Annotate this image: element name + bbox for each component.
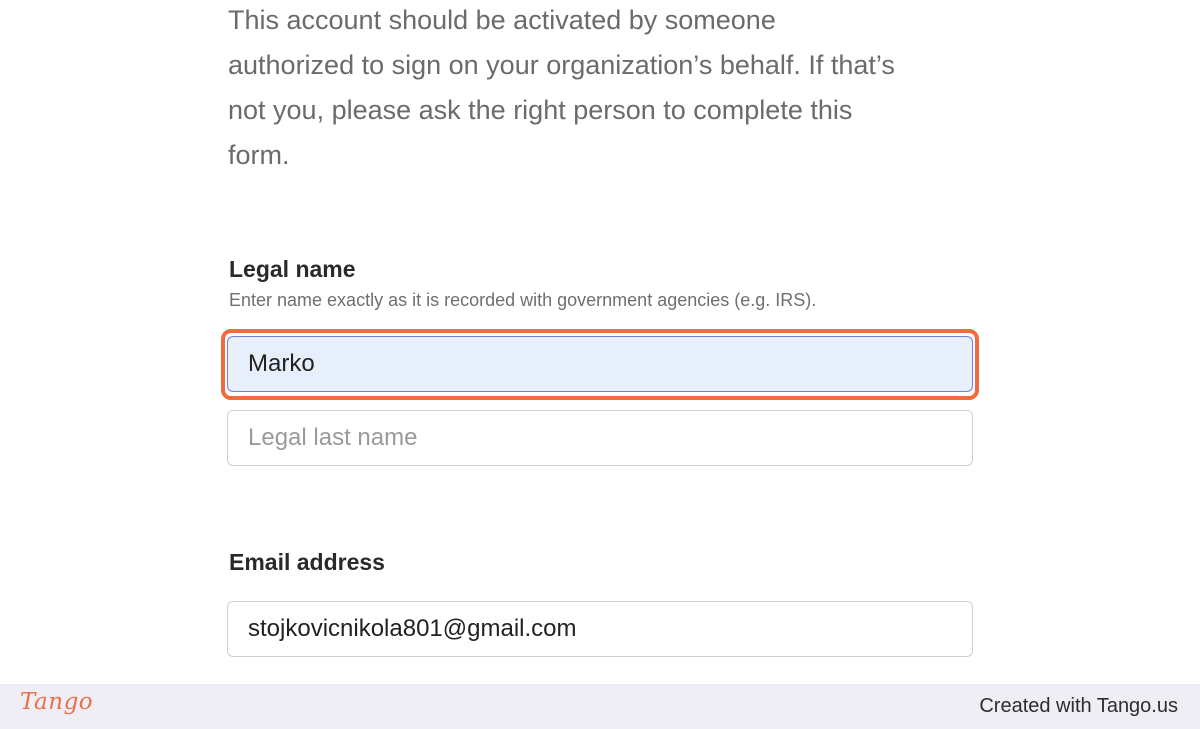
legal-first-name-input[interactable] — [227, 336, 973, 392]
intro-line-2: authorized to sign on your organization’… — [228, 50, 895, 80]
intro-text: This account should be activated by some… — [228, 0, 988, 178]
intro-line-1: This account should be activated by some… — [228, 5, 776, 35]
intro-line-4: form. — [228, 140, 290, 170]
created-with-text: Created with Tango.us — [979, 695, 1178, 717]
intro-line-3: not you, please ask the right person to … — [228, 95, 853, 125]
tango-logo: Tango — [20, 689, 94, 715]
email-label: Email address — [229, 549, 385, 575]
email-input[interactable] — [227, 601, 973, 657]
tango-footer: Tango Created with Tango.us — [0, 684, 1200, 729]
form-screen: This account should be activated by some… — [0, 0, 1200, 684]
legal-name-hint: Enter name exactly as it is recorded wit… — [229, 290, 817, 310]
legal-last-name-input[interactable] — [227, 410, 973, 466]
legal-name-label: Legal name — [229, 256, 356, 282]
